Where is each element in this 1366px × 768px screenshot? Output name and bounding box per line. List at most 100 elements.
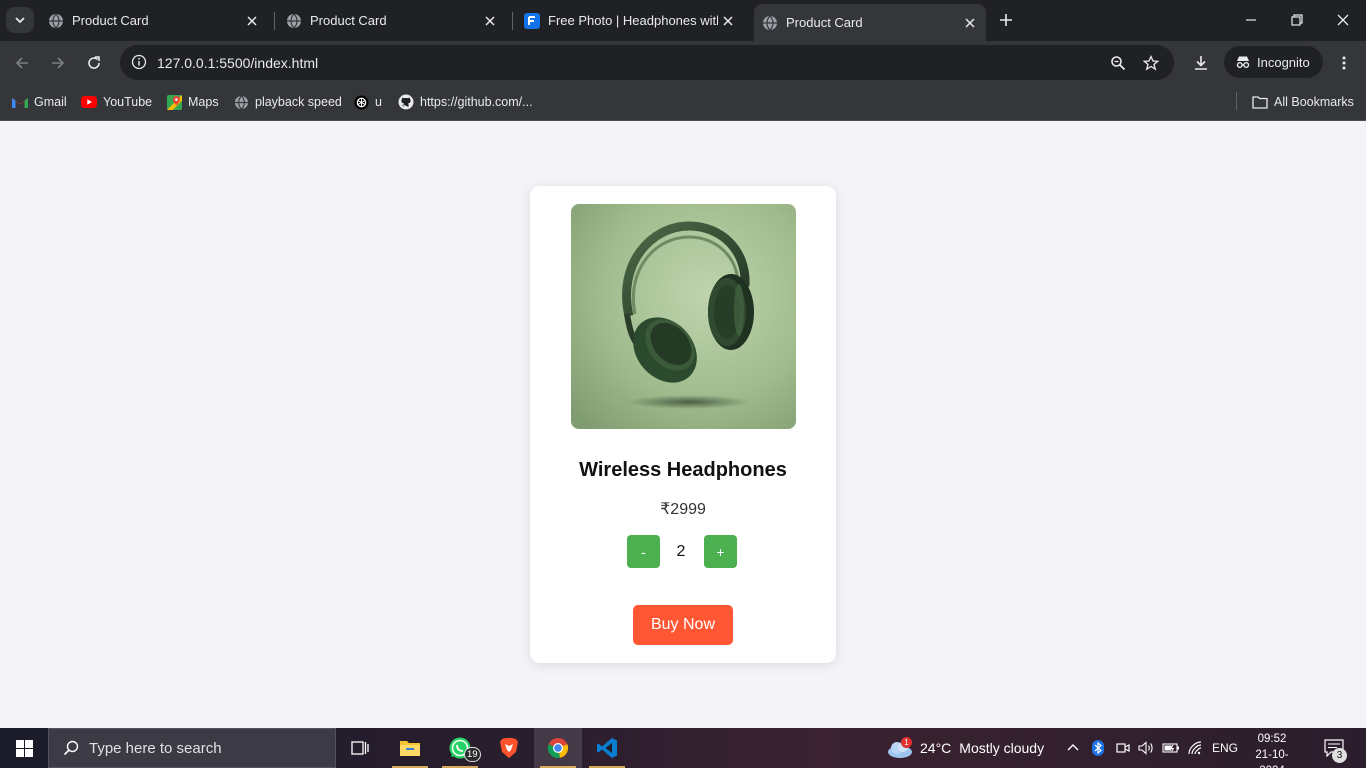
task-view-button[interactable] <box>336 728 384 768</box>
close-tab-icon[interactable] <box>960 13 980 33</box>
bookmark-gmail[interactable]: Gmail <box>12 92 67 112</box>
notification-count-badge: 3 <box>1332 748 1347 763</box>
whatsapp-badge: 19 <box>464 747 481 762</box>
incognito-indicator[interactable]: Incognito <box>1224 46 1323 78</box>
zoom-icon[interactable] <box>1105 50 1131 76</box>
meet-now-tray-icon[interactable] <box>1116 728 1130 768</box>
new-tab-button[interactable] <box>994 8 1018 32</box>
tab-1[interactable]: Product Card <box>40 4 268 37</box>
plus-icon <box>1000 14 1012 26</box>
weather-alert-badge: 1 <box>901 737 912 748</box>
restore-button[interactable] <box>1274 0 1320 40</box>
taskbar-vscode[interactable] <box>583 728 631 768</box>
buy-now-button[interactable]: Buy Now <box>633 605 733 645</box>
bookmark-maps[interactable]: Maps <box>166 92 219 112</box>
windows-taskbar: Type here to search 19 1 24°C Mostly clo… <box>0 728 1366 768</box>
close-tab-icon[interactable] <box>480 11 500 31</box>
tab-4-active[interactable]: Product Card <box>754 4 986 41</box>
download-icon <box>1195 56 1207 70</box>
show-hidden-icons[interactable] <box>1067 728 1079 768</box>
bookmark-youtube[interactable]: YouTube <box>81 92 152 112</box>
bookmark-playback-speed[interactable]: playback speed <box>233 92 342 112</box>
gmail-icon <box>12 94 28 110</box>
globe-icon <box>287 13 301 29</box>
tab-search-button[interactable] <box>6 7 34 33</box>
reload-button[interactable] <box>80 49 108 77</box>
bookmark-u[interactable]: u <box>353 92 382 112</box>
back-button[interactable] <box>8 49 36 77</box>
bookmark-label: https://github.com/... <box>420 95 533 109</box>
volume-tray-icon[interactable] <box>1138 728 1154 768</box>
github-icon <box>398 94 414 110</box>
bookmark-github[interactable]: https://github.com/... <box>398 92 533 112</box>
bookmark-label: YouTube <box>103 95 153 109</box>
decrement-button[interactable]: - <box>627 535 660 568</box>
bookmark-label: Gmail <box>34 95 67 109</box>
product-card: Wireless Headphones ₹2999 - 2 + Buy Now <box>530 186 836 663</box>
language-label: ENG <box>1212 741 1239 755</box>
tab-title: Product Card <box>72 13 149 28</box>
brave-icon <box>500 738 518 758</box>
freepik-icon <box>524 12 540 29</box>
weather-widget[interactable]: 1 24°C Mostly cloudy <box>886 728 1044 768</box>
all-bookmarks-label: All Bookmarks <box>1274 95 1354 109</box>
chevron-up-icon <box>1067 744 1079 751</box>
wifi-icon <box>1188 741 1202 755</box>
openai-icon <box>353 94 369 110</box>
downloads-button[interactable] <box>1187 49 1215 77</box>
forward-button[interactable] <box>44 49 72 77</box>
notification-center-button[interactable]: 3 <box>1318 734 1350 764</box>
bookmark-label: u <box>375 95 382 109</box>
clock-date: 21-10-2024 <box>1255 749 1289 768</box>
clock[interactable]: 09:52 21-10-2024 <box>1244 731 1300 768</box>
folder-icon <box>1252 94 1268 110</box>
taskbar-file-explorer[interactable] <box>386 728 434 768</box>
tab-2[interactable]: Product Card <box>278 4 506 37</box>
product-price: ₹2999 <box>660 501 706 518</box>
bluetooth-icon <box>1092 740 1104 756</box>
product-image <box>571 204 796 429</box>
taskbar-brave[interactable] <box>485 728 533 768</box>
tab-title: Free Photo | Headphones with r <box>548 13 718 28</box>
chrome-icon <box>547 738 569 759</box>
battery-tray-icon[interactable] <box>1162 728 1180 768</box>
browser-tab-strip: Product Card Product Card Free Photo | H… <box>0 0 1366 41</box>
bluetooth-tray-icon[interactable] <box>1092 728 1104 768</box>
taskbar-search-box[interactable]: Type here to search <box>48 728 336 768</box>
file-explorer-icon <box>400 741 420 756</box>
site-info-icon[interactable] <box>126 49 152 75</box>
tab-separator <box>274 12 275 30</box>
tab-separator <box>512 12 513 30</box>
address-bar[interactable]: 127.0.0.1:5500/index.html <box>120 45 1174 80</box>
close-window-button[interactable] <box>1320 0 1366 40</box>
tab-title: Product Card <box>310 13 387 28</box>
bookmark-label: playback speed <box>255 95 342 109</box>
url-text[interactable]: 127.0.0.1:5500/index.html <box>157 55 318 71</box>
menu-button[interactable] <box>1330 49 1358 77</box>
close-tab-icon[interactable] <box>718 11 738 31</box>
maps-icon <box>166 94 182 110</box>
taskbar-chrome[interactable] <box>534 728 582 768</box>
language-indicator[interactable]: ENG <box>1212 728 1238 768</box>
start-button[interactable] <box>0 728 48 768</box>
bookmark-star-icon[interactable] <box>1138 50 1164 76</box>
bookmark-label: Maps <box>188 95 219 109</box>
minimize-button[interactable] <box>1228 0 1274 40</box>
taskbar-whatsapp[interactable]: 19 <box>436 728 484 768</box>
all-bookmarks-button[interactable]: All Bookmarks <box>1252 92 1354 112</box>
clock-time: 09:52 <box>1257 733 1287 745</box>
chevron-down-icon <box>15 17 25 24</box>
tab-3[interactable]: Free Photo | Headphones with r <box>516 4 744 37</box>
vscode-icon <box>597 738 617 758</box>
tab-title: Product Card <box>786 15 863 30</box>
close-tab-icon[interactable] <box>242 11 262 31</box>
network-tray-icon[interactable] <box>1188 728 1204 768</box>
weather-condition: Mostly cloudy <box>959 740 1045 756</box>
incognito-label: Incognito <box>1257 54 1310 70</box>
bookmarks-separator <box>1236 92 1237 110</box>
restore-icon <box>1291 14 1303 26</box>
headphones-photo <box>571 204 796 429</box>
battery-icon <box>1162 743 1179 753</box>
increment-button[interactable]: + <box>704 535 737 568</box>
product-name: Wireless Headphones <box>579 459 787 481</box>
